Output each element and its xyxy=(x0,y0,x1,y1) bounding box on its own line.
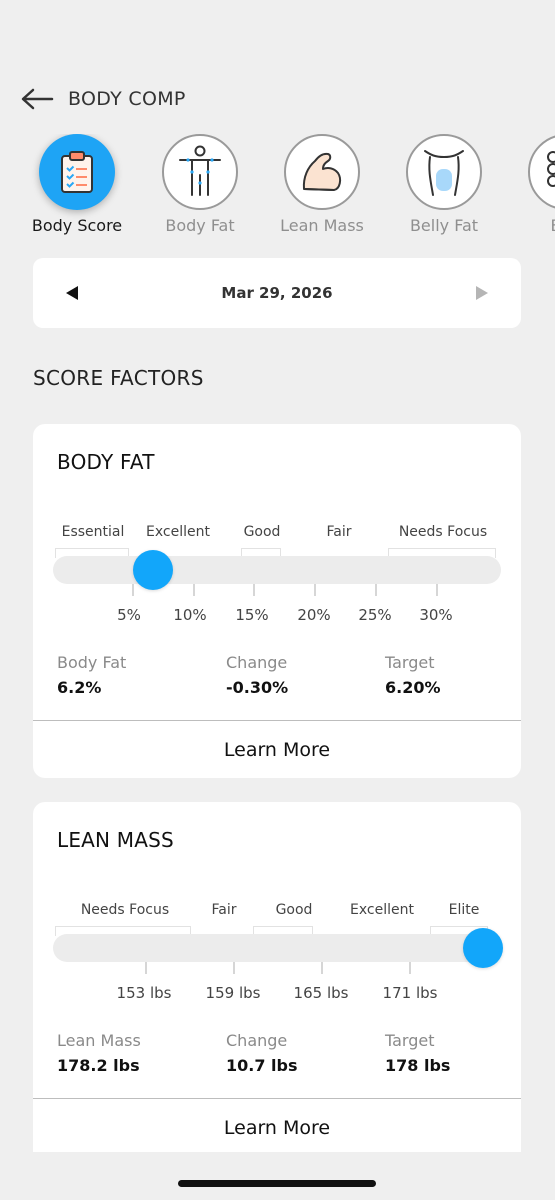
tab-icon-wrap xyxy=(406,134,482,210)
section-title: SCORE FACTORS xyxy=(33,366,204,390)
tick-label: 10% xyxy=(173,606,207,624)
tab-body-score[interactable]: Body Score xyxy=(22,134,132,235)
range-label: Essential xyxy=(61,524,125,540)
body-fat-slider-track xyxy=(53,556,501,584)
range-label: Needs Focus xyxy=(398,524,488,540)
clipboard-checklist-icon xyxy=(61,151,93,193)
stat-value: 178 lbs xyxy=(385,1056,451,1075)
tick-mark xyxy=(314,584,316,596)
tick-label: 159 lbs xyxy=(205,984,261,1002)
card-title: LEAN MASS xyxy=(57,828,174,852)
tick-label: 30% xyxy=(419,606,453,624)
range-label: Excellent xyxy=(350,902,414,918)
stat-value: 10.7 lbs xyxy=(226,1056,298,1075)
tick-mark xyxy=(409,962,411,974)
range-label: Fair xyxy=(211,902,237,918)
tick-mark xyxy=(132,584,134,596)
stat-value: 6.20% xyxy=(385,678,441,697)
page-title: BODY COMP xyxy=(68,88,186,110)
tick-label: 20% xyxy=(297,606,331,624)
tick-label: 153 lbs xyxy=(116,984,172,1002)
range-label: Excellent xyxy=(146,524,210,540)
range-label: Elite xyxy=(448,902,480,918)
date-navigator: Mar 29, 2026 xyxy=(33,258,521,328)
tab-bone[interactable]: Bon xyxy=(511,134,555,235)
tab-icon-wrap xyxy=(162,134,238,210)
stat-value: -0.30% xyxy=(226,678,289,697)
tick-mark xyxy=(253,584,255,596)
flexed-arm-icon xyxy=(302,152,342,191)
tab-label: Body Fat xyxy=(165,216,235,235)
range-label: Needs Focus xyxy=(80,902,170,918)
tick-label: 5% xyxy=(117,606,141,624)
lean-mass-slider-track xyxy=(53,934,501,962)
back-arrow-icon[interactable] xyxy=(20,87,54,111)
tab-belly-fat[interactable]: Belly Fat xyxy=(389,134,499,235)
tab-icon-wrap xyxy=(528,134,555,210)
tick-label: 165 lbs xyxy=(293,984,349,1002)
range-label: Good xyxy=(275,902,313,918)
body-outline-icon xyxy=(179,145,221,196)
previous-date-icon[interactable] xyxy=(63,284,81,302)
stat-value: 6.2% xyxy=(57,678,102,697)
body-fat-card: BODY FAT Essential Excellent Good Fair N… xyxy=(33,424,521,778)
tick-mark xyxy=(193,584,195,596)
stat-label: Lean Mass xyxy=(57,1031,141,1050)
tick-mark xyxy=(321,962,323,974)
tab-label: Lean Mass xyxy=(280,216,364,235)
selected-date: Mar 29, 2026 xyxy=(221,284,333,302)
stat-label: Target xyxy=(385,1031,435,1050)
body-fat-slider-thumb[interactable] xyxy=(133,550,173,590)
tab-lean-mass[interactable]: Lean Mass xyxy=(267,134,377,235)
tick-mark xyxy=(436,584,438,596)
lean-mass-slider-thumb[interactable] xyxy=(463,928,503,968)
tick-label: 171 lbs xyxy=(382,984,438,1002)
home-indicator[interactable] xyxy=(178,1180,376,1187)
range-label: Fair xyxy=(326,524,352,540)
tab-label: Bon xyxy=(511,216,555,235)
torso-icon xyxy=(424,150,464,196)
learn-more-button[interactable]: Learn More xyxy=(33,1099,521,1152)
category-tabs: Body Score Body Fat Lean Mass Belly Fat xyxy=(0,134,555,244)
tick-label: 25% xyxy=(358,606,392,624)
learn-more-button[interactable]: Learn More xyxy=(33,721,521,778)
range-label: Good xyxy=(243,524,281,540)
stat-label: Target xyxy=(385,653,435,672)
tab-label: Body Score xyxy=(31,216,123,235)
tick-label: 15% xyxy=(235,606,269,624)
stat-label: Change xyxy=(226,653,288,672)
header: BODY COMP xyxy=(20,84,186,114)
tab-label: Belly Fat xyxy=(409,216,479,235)
tick-mark xyxy=(233,962,235,974)
tab-icon-wrap xyxy=(39,134,115,210)
stat-label: Body Fat xyxy=(57,653,127,672)
stat-value: 178.2 lbs xyxy=(57,1056,140,1075)
tick-mark xyxy=(375,584,377,596)
card-title: BODY FAT xyxy=(57,450,155,474)
tab-icon-wrap xyxy=(284,134,360,210)
stat-label: Change xyxy=(226,1031,288,1050)
next-date-icon[interactable] xyxy=(473,284,491,302)
bone-icon xyxy=(547,151,555,187)
lean-mass-card: LEAN MASS Needs Focus Fair Good Excellen… xyxy=(33,802,521,1152)
tick-mark xyxy=(145,962,147,974)
tab-body-fat[interactable]: Body Fat xyxy=(145,134,255,235)
